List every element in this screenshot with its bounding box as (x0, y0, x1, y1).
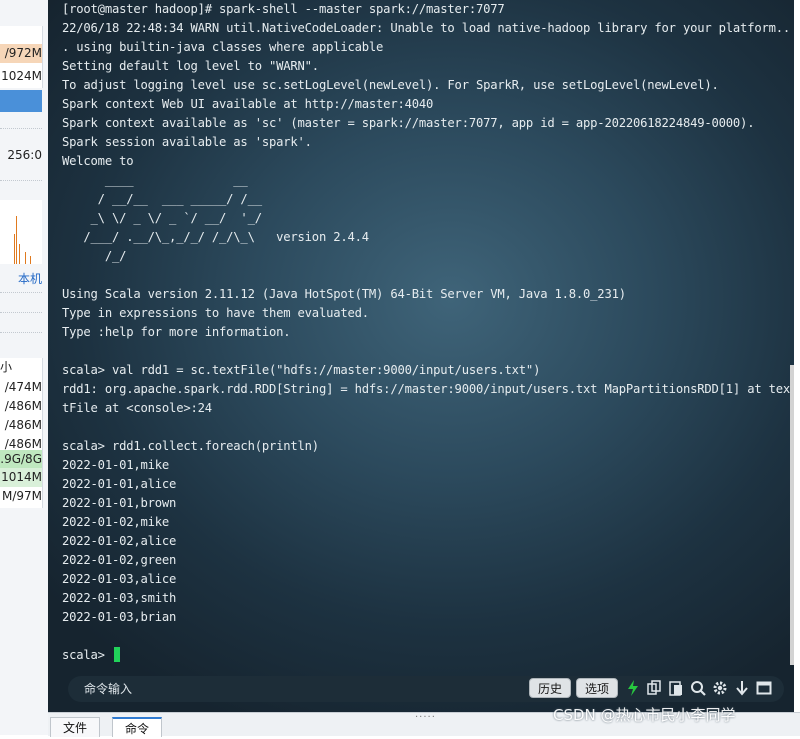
history-button[interactable]: 历史 (529, 678, 571, 698)
divider (0, 128, 42, 129)
output-line: 2022-01-01,mike (62, 458, 170, 472)
divider (0, 332, 42, 333)
terminal-line: Spark context Web UI available at http:/… (62, 97, 434, 111)
output-line: 2022-01-02,green (62, 553, 177, 567)
terminal-line: To adjust logging level use sc.setLogLev… (62, 78, 719, 92)
left-panel-row: 1024M (1, 69, 42, 83)
divider (0, 292, 42, 293)
resize-grip-icon[interactable]: ····· (415, 712, 436, 723)
size-row: .9G/8G (0, 450, 42, 469)
left-panel-row: 256:0 (7, 148, 42, 162)
spark-logo-line: /_/ (62, 249, 127, 263)
lightning-icon[interactable] (625, 679, 641, 697)
paste-icon[interactable] (668, 679, 684, 697)
tab-commands[interactable]: 命令 (112, 717, 163, 737)
chart-bar (25, 252, 26, 264)
scala-prompt: scala> (62, 648, 112, 662)
output-line: 2022-01-03,brian (62, 610, 177, 624)
spark-logo-line: _\ \/ _ \/ _ `/ __/ '_/ (62, 211, 263, 225)
terminal-line: scala> rdd1.collect.foreach(println) (62, 439, 319, 453)
terminal-line: rdd1: org.apache.spark.rdd.RDD[String] =… (62, 382, 791, 396)
terminal-line: Using Scala version 2.11.12 (Java HotSpo… (62, 287, 626, 301)
prompt-line[interactable]: scala> (62, 646, 790, 665)
output-line: 2022-01-01,brown (62, 496, 177, 510)
command-input[interactable]: 命令输入 (84, 680, 132, 698)
spark-logo-line: ____ __ (62, 173, 248, 187)
output-line: 2022-01-01,alice (62, 477, 177, 491)
output-line: 2022-01-03,smith (62, 591, 177, 605)
download-icon[interactable] (734, 679, 750, 697)
copy-icon[interactable] (646, 679, 662, 697)
size-row: /486M (4, 418, 42, 432)
left-panel-selected-row[interactable] (0, 90, 42, 112)
terminal-line: Setting default log level to "WARN". (62, 59, 319, 73)
search-icon[interactable] (690, 679, 706, 697)
output-line: 2022-01-02,alice (62, 534, 177, 548)
chart-bar (14, 234, 15, 264)
gear-icon[interactable] (712, 679, 728, 697)
text-cursor (113, 647, 120, 662)
terminal-window[interactable]: [root@master hadoop]# spark-shell --mast… (48, 0, 794, 712)
tab-files[interactable]: 文件 (50, 717, 101, 737)
chart-bar (19, 244, 20, 264)
terminal-line: Type :help for more information. (62, 325, 291, 339)
spark-logo-line: / __/__ ___ _____/ /__ (62, 192, 262, 206)
host-link[interactable]: 本机 (0, 270, 42, 287)
size-header: 小 (0, 360, 13, 374)
terminal-line: Welcome to (62, 154, 134, 168)
terminal-line: [root@master hadoop]# spark-shell --mast… (62, 2, 505, 16)
size-row: /474M (4, 380, 42, 394)
chart-bar (16, 216, 17, 264)
watermark: CSDN @热心市民小李同学 (553, 706, 736, 724)
terminal-line: Spark session available as 'spark'. (62, 135, 312, 149)
terminal-line: Spark context available as 'sc' (master … (62, 116, 755, 130)
options-button[interactable]: 选项 (576, 678, 618, 698)
output-line: 2022-01-03,alice (62, 572, 177, 586)
size-row: /486M (4, 399, 42, 413)
terminal-scrollbar[interactable] (790, 365, 794, 665)
terminal-line: tFile at <console>:24 (62, 401, 212, 415)
terminal-line: scala> val rdd1 = sc.textFile("hdfs://ma… (62, 363, 541, 377)
terminal-line: . using builtin-java classes where appli… (62, 40, 384, 54)
terminal-line: Type in expressions to have them evaluat… (62, 306, 369, 320)
chart-bar (30, 256, 31, 264)
maximize-icon[interactable] (756, 679, 772, 697)
spark-logo-line: /___/ .__/\_,_/_/ /_/\_\ version 2.4.4 (62, 230, 369, 244)
left-panel-row: /972M (0, 44, 42, 63)
terminal-line: 22/06/18 22:48:34 WARN util.NativeCodeLo… (62, 21, 791, 35)
mini-traffic-chart (0, 200, 42, 264)
divider (0, 312, 42, 313)
terminal-output: [root@master hadoop]# spark-shell --mast… (62, 0, 790, 665)
size-row: M/97M (1, 489, 42, 503)
divider (0, 180, 42, 181)
size-row: 1014M (0, 468, 42, 487)
left-panel: /972M 1024M 256:0 本机 小 /474M /486M /486M… (0, 0, 48, 735)
output-line: 2022-01-02,mike (62, 515, 170, 529)
